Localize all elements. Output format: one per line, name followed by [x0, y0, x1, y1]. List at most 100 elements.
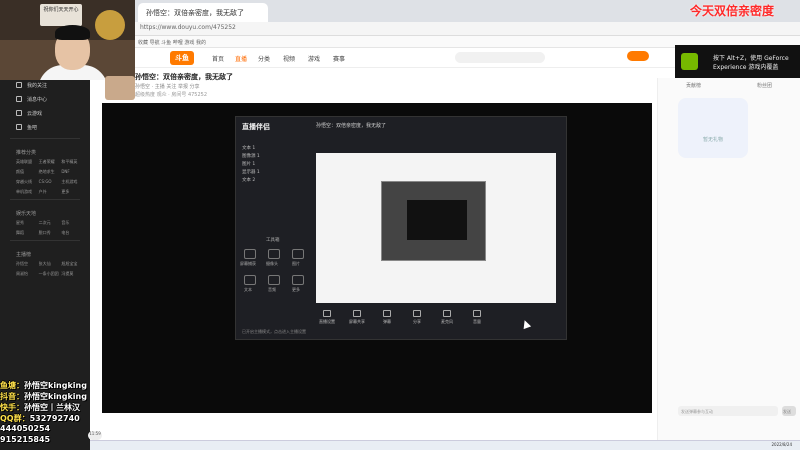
sidebar-item[interactable]: 消息中心 [0, 92, 90, 106]
category-link[interactable]: 英雄联盟 [16, 159, 39, 165]
nvidia-toast-text: 按下 Alt+Z，使用 GeForce Experience 游戏内覆盖 [713, 55, 789, 71]
tool-label: 文本 [244, 287, 252, 292]
nav-item[interactable]: 首页 [212, 54, 224, 63]
category-link[interactable]: CS:GO [39, 179, 62, 185]
nav-item[interactable]: 赛事 [333, 54, 345, 63]
more-icon[interactable] [292, 275, 304, 285]
obs-bottom-item[interactable]: 弹幕 [376, 310, 398, 325]
webcam-feed: 祝你们天天开心 [0, 0, 135, 80]
address-text: https://www.douyu.com/475252 [140, 24, 236, 31]
nav-item[interactable]: 视频 [283, 54, 295, 63]
source-item[interactable]: 显示器 1 [242, 169, 310, 177]
tool-label: 更多 [292, 287, 300, 292]
stream-subline: 孙悟空 · 主播 关注 举报 分享 [135, 84, 200, 90]
nav-item[interactable]: 游戏 [308, 54, 320, 63]
text-icon[interactable] [244, 275, 256, 285]
obs-footer: 已开启主播模式，点击进入主播设置 [242, 329, 306, 334]
nested-preview-inner [407, 200, 467, 240]
chat-input[interactable]: 发送弹幕参与互动 [678, 406, 778, 416]
obs-preview [316, 153, 556, 303]
audio-icon[interactable] [268, 275, 280, 285]
category-link[interactable]: DNF [61, 169, 84, 175]
category-link[interactable]: 舞蹈 [16, 230, 39, 236]
taskbar-badge[interactable]: 11:59 [88, 431, 102, 440]
category-link[interactable]: 电台 [61, 230, 84, 236]
taskbar-clock: 2022/8/24 [771, 442, 792, 447]
category-link[interactable]: 穿越火线 [16, 179, 39, 185]
tool-label: 摄像头 [266, 261, 278, 266]
login-button[interactable] [627, 51, 649, 61]
sidebar-section-title: 推荐分类 [16, 150, 37, 156]
sidebar-item[interactable]: 我的关注 [0, 78, 90, 92]
category-link[interactable]: 孙悟空 [16, 261, 39, 267]
screen-capture-icon[interactable] [244, 249, 256, 259]
source-item[interactable]: 图片 1 [242, 161, 310, 169]
source-item[interactable]: 文本 1 [242, 145, 310, 153]
category-link[interactable]: 张大仙 [39, 261, 62, 267]
mascot-caption: 暂无礼物 [702, 137, 723, 143]
social-line: 444050254 [0, 424, 51, 433]
category-link[interactable]: 一条小团团 [39, 271, 62, 277]
source-item[interactable]: 图像源 1 [242, 153, 310, 161]
obs-brand: 直播伴侣 [242, 123, 270, 131]
category-link[interactable]: 脱口秀 [39, 230, 62, 236]
obs-bottom-item[interactable]: 麦克风 [436, 310, 458, 325]
fish-bar-icon [16, 124, 22, 130]
video-player[interactable]: 直播伴侣 孙悟空：双倍亲密度，我无敌了 文本 1 图像源 1 图片 1 显示器 … [102, 103, 652, 413]
webcam-sign: 祝你们天天开心 [40, 4, 82, 26]
category-grid: 星秀 二次元 音乐 舞蹈 脱口秀 电台 [0, 220, 90, 236]
category-link[interactable]: 音乐 [61, 220, 84, 226]
obs-bottom-item[interactable]: 屏幕共享 [346, 310, 368, 325]
tab-contribution[interactable]: 贡献榜 [686, 82, 701, 89]
divider [10, 240, 80, 241]
category-link[interactable]: 王者荣耀 [39, 159, 62, 165]
web-page: 斗鱼 首页 直播 分类 视频 游戏 赛事 孙悟空：双倍亲密度，我无敌了 孙悟空 … [90, 48, 800, 440]
tool-label: 音频 [268, 287, 276, 292]
category-link[interactable]: 单机游戏 [16, 189, 39, 195]
category-link[interactable]: 更多 [61, 189, 84, 195]
category-link[interactable]: 绝地求生 [39, 169, 62, 175]
webcam-person-hair [55, 25, 90, 40]
sidebar-item[interactable]: 云游戏 [0, 106, 90, 120]
source-item[interactable]: 文本 2 [242, 177, 310, 185]
share-icon [413, 310, 421, 317]
category-link[interactable]: 星秀 [16, 220, 39, 226]
obs-bottom-item[interactable]: 音量 [466, 310, 488, 325]
social-line: 鱼塘：孙悟空kingking [0, 381, 87, 390]
sidebar-section-title: 主播榜 [16, 252, 32, 258]
cloud-game-icon [16, 110, 22, 116]
follow-icon [16, 82, 22, 88]
stream-meta: 超级热度 观众 · 房间号 475252 [135, 92, 208, 98]
danmaku-icon [383, 310, 391, 317]
site-logo[interactable]: 斗鱼 [170, 51, 194, 65]
nvidia-logo-icon [681, 53, 698, 70]
image-icon[interactable] [292, 249, 304, 259]
category-link[interactable]: 二次元 [39, 220, 62, 226]
category-link[interactable]: 和平精英 [61, 159, 84, 165]
nav-item[interactable]: 分类 [258, 54, 270, 63]
promo-banner: 今天双倍亲密度 [690, 4, 775, 18]
search-input[interactable] [455, 52, 545, 63]
category-link[interactable]: 主机游戏 [61, 179, 84, 185]
tool-label: 图片 [292, 261, 300, 266]
nav-item[interactable]: 直播 [235, 54, 247, 63]
tab-fans[interactable]: 粉丝团 [757, 82, 772, 89]
category-link[interactable]: 颜值 [16, 169, 39, 175]
category-link[interactable]: 户外 [39, 189, 62, 195]
category-link[interactable]: 周淑怡 [16, 271, 39, 277]
share-screen-icon [353, 310, 361, 317]
obs-bottom-item[interactable]: 直播设置 [316, 310, 338, 325]
social-line: 快手：孙悟空丨兰林汉 [0, 403, 80, 412]
nested-preview [381, 181, 486, 261]
send-button[interactable]: 发送 [782, 406, 796, 416]
camera-icon[interactable] [268, 249, 280, 259]
obs-bottom-item[interactable]: 分享 [406, 310, 428, 325]
category-link[interactable]: 旭旭宝宝 [61, 261, 84, 267]
browser-tab[interactable]: 孙悟空：双倍亲密度，我无敌了 [138, 3, 268, 22]
settings-icon [323, 310, 331, 317]
category-link[interactable]: 冯提莫 [61, 271, 84, 277]
right-tabs: 贡献榜 粉丝团 [658, 78, 800, 89]
address-bar[interactable]: https://www.douyu.com/475252 [130, 22, 800, 36]
streamer-avatar[interactable] [105, 76, 135, 100]
sidebar-item[interactable]: 鱼吧 [0, 120, 90, 134]
